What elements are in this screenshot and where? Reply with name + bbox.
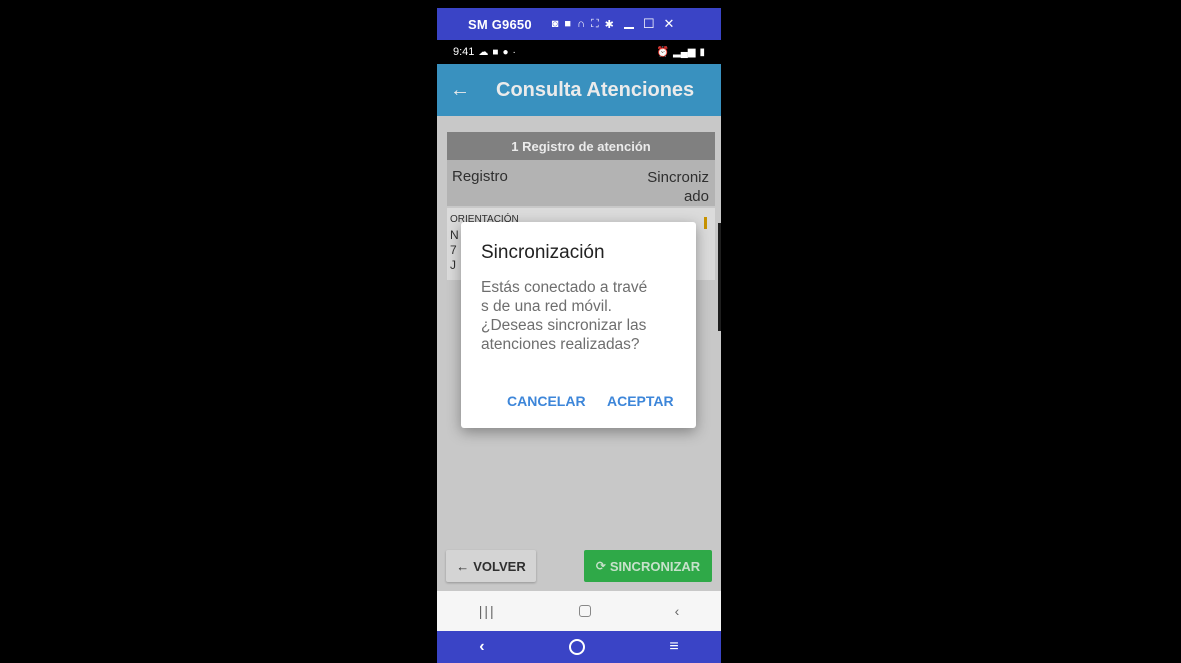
accept-button[interactable]: ACEPTAR — [607, 393, 674, 409]
home-square-icon[interactable] — [579, 605, 592, 617]
recent-apps-icon[interactable]: ||| — [479, 603, 496, 619]
status-time: 9:41 — [453, 46, 475, 58]
camera-icon[interactable]: ◙ — [552, 18, 559, 30]
settings-icon[interactable]: ✱ — [605, 18, 614, 31]
status-right: ⏰ ▂▄▆ ▮ — [657, 47, 705, 58]
dialog-message-line: Estás conectado a travé — [481, 279, 648, 296]
video-icon[interactable]: ■ — [564, 18, 571, 30]
status-bar: 9:41 ☁ ■ ● · ⏰ ▂▄▆ ▮ — [437, 40, 721, 64]
battery-icon: ▮ — [699, 46, 705, 58]
close-icon[interactable]: ✕ — [664, 16, 675, 32]
chat-icon: ● — [502, 46, 509, 58]
sync-dialog: Sincronización Estás conectado a travé s… — [461, 222, 696, 428]
cancel-button[interactable]: CANCELAR — [507, 393, 586, 409]
dialog-message: Estás conectado a travé s de una red móv… — [481, 278, 681, 354]
alarm-icon: ⏰ — [656, 46, 670, 58]
signal-icon: ▂▄▆ — [673, 46, 696, 58]
window-nav-bar: ‹ ≡ — [437, 631, 721, 663]
dialog-title: Sincronización — [481, 242, 605, 263]
dialog-message-line: s de una red móvil. — [481, 298, 612, 315]
cloud-icon: ☁ — [478, 46, 489, 58]
home-circle-icon[interactable] — [568, 639, 585, 655]
window-controls: ☐ ✕ — [623, 16, 675, 32]
status-left: 9:41 ☁ ■ ● · — [453, 46, 516, 58]
maximize-icon[interactable]: ☐ — [643, 16, 655, 32]
android-nav-bar: ||| ‹ — [437, 591, 721, 631]
window-titlebar: SM G9650 ◙ ■ ∩ ⛶ ✱ ☐ ✕ — [437, 8, 721, 40]
headset-icon[interactable]: ∩ — [577, 18, 585, 30]
window-back-icon[interactable]: ‹ — [479, 638, 484, 656]
menu-icon[interactable]: ≡ — [669, 638, 678, 656]
mail-icon: ■ — [492, 46, 499, 58]
fullscreen-icon[interactable]: ⛶ — [591, 18, 599, 31]
screen: SM G9650 ◙ ■ ∩ ⛶ ✱ ☐ ✕ 9:41 ☁ ■ ● · ⏰ ▂▄… — [0, 0, 1181, 663]
minimize-icon[interactable] — [623, 27, 634, 29]
phone-mirror-window: SM G9650 ◙ ■ ∩ ⛶ ✱ ☐ ✕ 9:41 ☁ ■ ● · ⏰ ▂▄… — [437, 8, 721, 663]
nav-back-icon[interactable]: ‹ — [675, 603, 680, 619]
dialog-message-line: atenciones realizadas? — [481, 336, 640, 353]
dialog-message-line: ¿Deseas sincronizar las — [481, 317, 647, 334]
dot-icon: · — [512, 46, 516, 58]
window-toolbar: ◙ ■ ∩ ⛶ ✱ — [552, 18, 614, 31]
window-title: SM G9650 — [468, 16, 532, 32]
